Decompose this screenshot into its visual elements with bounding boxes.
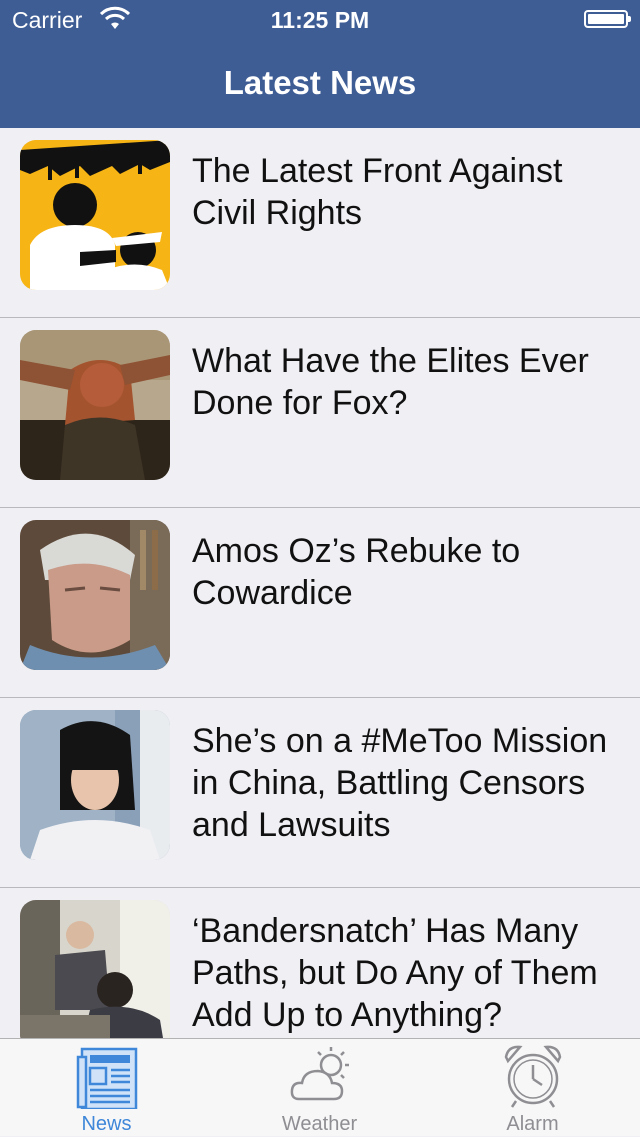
article-thumbnail [20,900,170,1038]
article-thumbnail [20,330,170,480]
tab-news-label: News [81,1113,132,1135]
tab-weather-label: Weather [281,1113,358,1135]
article-thumbnail [20,710,170,860]
tab-alarm[interactable]: Alarm [426,1039,639,1137]
status-time: 11:25 PM [270,7,370,33]
news-list[interactable]: The Latest Front Against Civil Rights Wh… [0,128,640,1038]
news-row[interactable]: ‘Bandersnatch’ Has Many Paths, but Do An… [0,888,640,1038]
battery-icon [584,10,631,28]
status-bar: Carrier 11:25 PM [0,0,640,40]
navigation-header: Carrier 11:25 PM Latest News [0,0,640,128]
news-row[interactable]: Amos Oz’s Rebuke to Cowardice [0,508,640,698]
tab-weather[interactable]: Weather [213,1039,426,1137]
article-title: Amos Oz’s Rebuke to Cowardice [192,532,521,612]
article-thumbnail [20,520,170,670]
newspaper-icon [76,1047,138,1109]
article-title: ‘Bandersnatch’ Has Many Paths, but Do An… [192,912,598,1034]
article-title: The Latest Front Against Civil Rights [192,152,563,232]
article-title: What Have the Elites Ever Done for Fox? [192,342,589,422]
page-title: Latest News [223,64,417,101]
tab-bar: News Weather Alarm [0,1038,640,1136]
alarm-clock-icon [504,1045,562,1108]
article-thumbnail [20,140,170,290]
article-title: She’s on a #MeToo Mission in China, Batt… [192,722,608,844]
weather-icon [290,1047,349,1101]
tab-alarm-label: Alarm [506,1113,559,1135]
tab-news[interactable]: News [0,1039,213,1137]
news-row[interactable]: What Have the Elites Ever Done for Fox? [0,318,640,508]
news-row[interactable]: The Latest Front Against Civil Rights [0,128,640,318]
news-row[interactable]: She’s on a #MeToo Mission in China, Batt… [0,698,640,888]
